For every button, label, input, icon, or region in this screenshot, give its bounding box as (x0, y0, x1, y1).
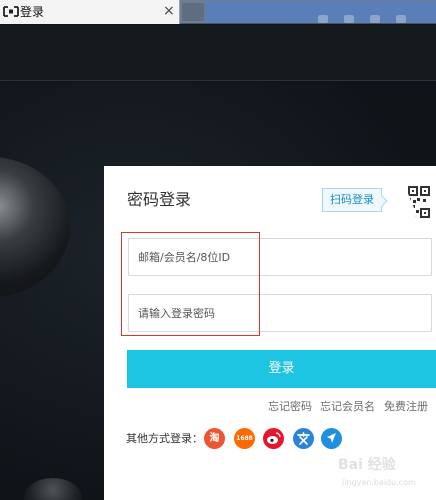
login-title: 密码登录 (127, 190, 192, 209)
other-login-methods-label: 其他方式登录： (126, 432, 203, 445)
skin-icon[interactable] (344, 15, 354, 23)
decorative-sphere (0, 157, 70, 297)
login-links: 忘记密码 忘记会员名 免费注册 (104, 399, 436, 415)
qr-code-icon[interactable] (390, 184, 432, 222)
new-tab-button[interactable] (182, 3, 204, 21)
register-link[interactable]: 免费注册 (384, 399, 428, 415)
tab-favicon-icon (3, 6, 19, 17)
1688-login-icon[interactable]: 1688 (234, 428, 255, 449)
taobao-login-icon[interactable]: 淘 (204, 428, 225, 449)
qr-login-tip[interactable]: 扫码登录 (322, 188, 382, 212)
menu-icon[interactable] (318, 15, 328, 23)
account-field (128, 238, 432, 276)
tab-title: 登录 (20, 5, 45, 19)
weibo-login-icon[interactable] (263, 428, 284, 449)
alipay-icon (327, 433, 336, 443)
minimize-icon[interactable] (370, 15, 380, 23)
account-input[interactable] (129, 239, 431, 275)
maximize-icon[interactable] (396, 15, 406, 23)
forgot-password-link[interactable]: 忘记密码 (268, 399, 312, 415)
browser-tab[interactable]: 登录 (0, 0, 180, 24)
login-card: 密码登录 扫码登录 登录 忘记密码 忘记会员名 免费注册 其他方式登录： 淘 1… (104, 166, 436, 500)
decorative-sphere-small (24, 478, 82, 500)
tab-close-icon[interactable] (163, 3, 175, 19)
password-field (128, 294, 432, 332)
tab-strip-background (205, 1, 436, 23)
aliwangwang-icon (297, 432, 310, 445)
aliwangwang-login-icon[interactable] (293, 428, 314, 449)
app-header (0, 25, 436, 81)
alipay-login-icon[interactable] (321, 428, 342, 449)
browser-tab-strip: 登录 (0, 0, 436, 24)
window-controls (318, 8, 428, 23)
login-button[interactable]: 登录 (127, 350, 436, 388)
weibo-icon (267, 432, 281, 444)
password-input[interactable] (129, 295, 431, 331)
forgot-member-name-link[interactable]: 忘记会员名 (320, 399, 375, 415)
